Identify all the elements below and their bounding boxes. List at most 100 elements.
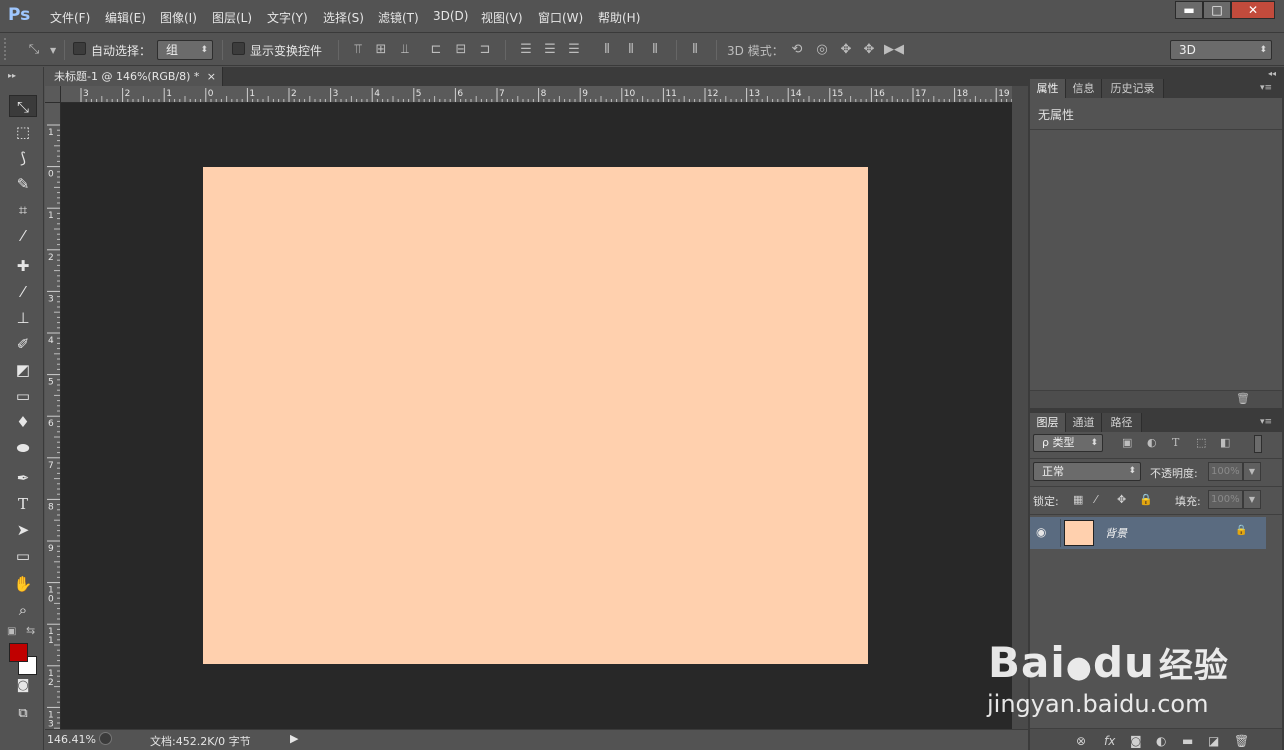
swap-colors-icon[interactable]: ⇆ xyxy=(26,624,35,638)
screen-mode-icon[interactable]: ⧉ xyxy=(9,703,37,725)
foreground-color-swatch[interactable] xyxy=(9,643,28,662)
dodge-tool-icon[interactable]: ⬬ xyxy=(9,437,37,459)
menu-type[interactable]: 文字(Y) xyxy=(267,9,308,26)
filter-adjustment-icon[interactable]: ◐ xyxy=(1147,436,1157,450)
layer-row[interactable]: ◉ 背景 🔒 xyxy=(1030,517,1266,549)
document-tab[interactable]: 未标题-1 @ 146%(RGB/8) * × xyxy=(45,67,223,86)
document-canvas[interactable] xyxy=(203,167,868,664)
align-right-icon[interactable]: ⊐ xyxy=(477,43,493,57)
link-layers-icon[interactable]: ⊗ xyxy=(1076,734,1086,748)
menu-image[interactable]: 图像(I) xyxy=(160,9,197,26)
add-mask-icon[interactable]: ◙ xyxy=(1130,734,1142,748)
collapse-dock-icon[interactable]: ◂◂ xyxy=(1268,67,1276,81)
menu-help[interactable]: 帮助(H) xyxy=(598,9,640,26)
filter-smart-object-icon[interactable]: ◧ xyxy=(1220,436,1230,450)
layer-name[interactable]: 背景 xyxy=(1105,525,1127,541)
panel-menu-icon[interactable]: ▾≡ xyxy=(1260,415,1272,429)
layer-filter-dropdown[interactable]: ρ 类型 ⬍ xyxy=(1033,434,1103,452)
align-vcenter-icon[interactable]: ⊞ xyxy=(373,43,389,57)
new-group-icon[interactable]: ▬ xyxy=(1182,734,1193,748)
brush-tool-icon[interactable]: ⁄ xyxy=(9,281,37,303)
vertical-scrollbar[interactable] xyxy=(1012,86,1028,729)
tab-layers[interactable]: 图层 xyxy=(1030,413,1066,432)
fill-slider-toggle[interactable]: ▼ xyxy=(1243,490,1261,509)
zoom-tool-icon[interactable]: ⌕ xyxy=(9,599,37,621)
menu-select[interactable]: 选择(S) xyxy=(323,9,364,26)
auto-align-icon[interactable]: ⫴ xyxy=(687,43,703,57)
3d-slide-icon[interactable]: ✥ xyxy=(860,43,878,57)
menu-edit[interactable]: 编辑(E) xyxy=(105,9,146,26)
distribute-right-icon[interactable]: ⦀ xyxy=(647,43,663,57)
distribute-hcenter-icon[interactable]: ⦀ xyxy=(623,43,639,57)
trash-icon[interactable]: 🗑 xyxy=(1236,392,1250,406)
auto-select-dropdown[interactable]: 组 ⬍ xyxy=(157,40,213,60)
horizontal-ruler[interactable]: 3 2 1 0 1 2 3 4 5 6 7 8 9 10 11 12 13 14 15 16 17 18 19 xyxy=(61,86,1012,103)
lasso-tool-icon[interactable]: ⟆ xyxy=(9,147,37,169)
quick-mask-icon[interactable]: ◙ xyxy=(9,675,37,697)
lock-all-icon[interactable]: 🔒 xyxy=(1139,493,1153,506)
distribute-left-icon[interactable]: ⦀ xyxy=(599,43,615,57)
3d-drag-icon[interactable]: ✥ xyxy=(837,43,855,57)
menu-window[interactable]: 窗口(W) xyxy=(538,9,583,26)
tab-paths[interactable]: 路径 xyxy=(1102,413,1142,432)
type-tool-icon[interactable]: T xyxy=(9,493,37,515)
minimize-button[interactable]: ▬ xyxy=(1175,1,1203,19)
fill-input[interactable]: 100% xyxy=(1208,490,1243,509)
3d-roll-icon[interactable]: ◎ xyxy=(813,43,831,57)
opacity-input[interactable]: 100% xyxy=(1208,462,1243,481)
maximize-button[interactable]: □ xyxy=(1203,1,1231,19)
distribute-bottom-icon[interactable]: ☰ xyxy=(566,43,582,57)
align-left-icon[interactable]: ⊏ xyxy=(428,43,444,57)
vertical-ruler[interactable]: 1012345678910111213 xyxy=(45,103,61,729)
close-button[interactable]: ✕ xyxy=(1231,1,1275,19)
workspace-dropdown[interactable]: 3D ⬍ xyxy=(1170,40,1272,60)
new-layer-icon[interactable]: ◪ xyxy=(1208,734,1219,748)
clone-stamp-tool-icon[interactable]: ⊥ xyxy=(9,307,37,329)
healing-brush-tool-icon[interactable]: ✚ xyxy=(9,255,37,277)
adjustment-layer-icon[interactable]: ◐ xyxy=(1156,734,1166,748)
align-bottom-icon[interactable]: ⫫ xyxy=(397,43,413,57)
align-top-icon[interactable]: ⫪ xyxy=(350,43,366,57)
blur-tool-icon[interactable]: ♦ xyxy=(9,411,37,433)
status-menu-arrow-icon[interactable]: ▶ xyxy=(290,732,298,745)
expand-panel-icon[interactable]: ▸▸ xyxy=(8,69,16,83)
show-transform-checkbox[interactable] xyxy=(232,42,245,55)
history-brush-tool-icon[interactable]: ✐ xyxy=(9,333,37,355)
chevron-down-icon[interactable]: ▼ xyxy=(50,44,56,58)
panel-menu-icon[interactable]: ▾≡ xyxy=(1260,81,1272,95)
lock-position-icon[interactable]: ✥ xyxy=(1117,493,1126,506)
default-colors-icon[interactable]: ▣ xyxy=(7,625,16,639)
shape-tool-icon[interactable]: ▭ xyxy=(9,545,37,567)
3d-rotate-icon[interactable]: ⟲ xyxy=(788,43,806,57)
tab-channels[interactable]: 通道 xyxy=(1066,413,1102,432)
lock-image-icon[interactable]: ⁄ xyxy=(1095,493,1097,506)
blend-mode-dropdown[interactable]: 正常 ⬍ xyxy=(1033,462,1141,481)
filter-toggle-switch[interactable] xyxy=(1254,435,1262,453)
distribute-vcenter-icon[interactable]: ☰ xyxy=(542,43,558,57)
status-export-icon[interactable] xyxy=(99,732,112,745)
tab-history[interactable]: 历史记录 xyxy=(1102,79,1164,98)
menu-view[interactable]: 视图(V) xyxy=(481,9,523,26)
quick-select-tool-icon[interactable]: ✎ xyxy=(9,173,37,195)
auto-select-checkbox[interactable] xyxy=(73,42,86,55)
menu-filter[interactable]: 滤镜(T) xyxy=(378,9,419,26)
menu-3d[interactable]: 3D(D) xyxy=(433,9,468,23)
align-hcenter-icon[interactable]: ⊟ xyxy=(453,43,469,57)
tab-info[interactable]: 信息 xyxy=(1066,79,1102,98)
fx-icon[interactable]: fx xyxy=(1104,734,1115,748)
eyedropper-tool-icon[interactable]: ⁄ xyxy=(9,225,37,247)
distribute-top-icon[interactable]: ☰ xyxy=(518,43,534,57)
filter-pixel-icon[interactable]: ▣ xyxy=(1122,436,1132,450)
canvas-workspace[interactable] xyxy=(61,103,1012,729)
move-tool-preset-icon[interactable]: ⤡ xyxy=(24,43,44,57)
delete-layer-icon[interactable]: 🗑 xyxy=(1234,734,1249,748)
path-select-tool-icon[interactable]: ➤ xyxy=(9,519,37,541)
opacity-slider-toggle[interactable]: ▼ xyxy=(1243,462,1261,481)
gradient-tool-icon[interactable]: ▭ xyxy=(9,385,37,407)
ruler-origin[interactable] xyxy=(45,86,61,103)
filter-shape-icon[interactable]: ⬚ xyxy=(1196,436,1206,450)
close-tab-icon[interactable]: × xyxy=(207,67,216,86)
visibility-eye-icon[interactable]: ◉ xyxy=(1036,525,1046,539)
zoom-level[interactable]: 146.41% xyxy=(47,733,96,746)
move-tool-icon[interactable]: ⤡ xyxy=(9,95,37,117)
